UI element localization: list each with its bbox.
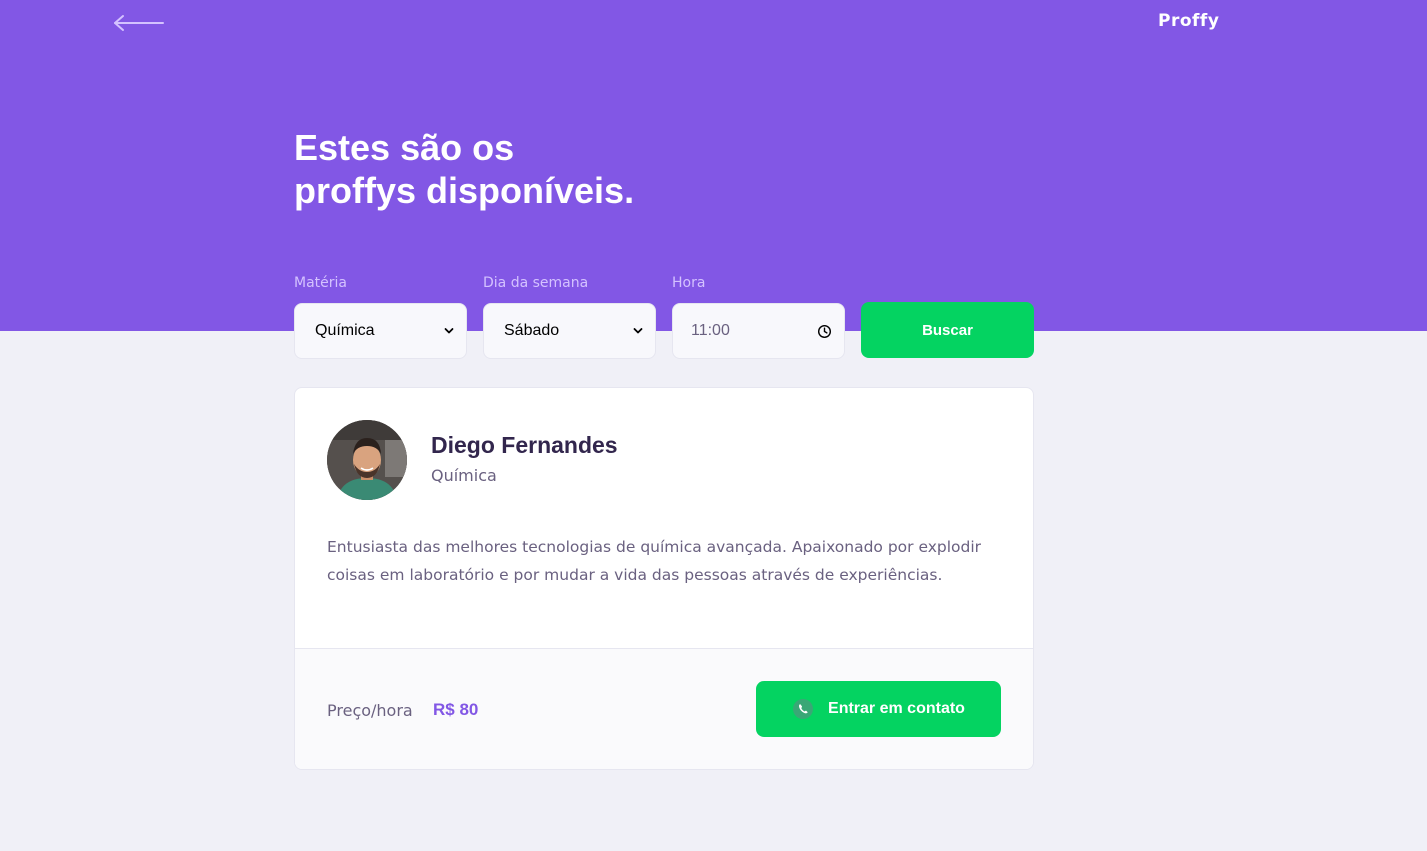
teacher-card: Diego Fernandes Química Entusiasta das m… [294, 387, 1034, 770]
time-label: Hora [672, 275, 706, 291]
price-label: Preço/hora [327, 701, 413, 720]
price-value: R$ 80 [433, 700, 479, 719]
search-button[interactable]: Buscar [861, 302, 1034, 358]
weekday-select[interactable]: Sábado [483, 303, 656, 359]
avatar [327, 420, 407, 500]
weekday-label: Dia da semana [483, 275, 589, 291]
page-title-line1: Estes são os [294, 127, 515, 168]
teacher-name: Diego Fernandes [431, 432, 618, 458]
chevron-down-icon [633, 328, 643, 334]
page-header: Proffy Estes são os proffys disponíveis. [0, 0, 1427, 331]
teacher-subject: Química [431, 466, 497, 485]
chevron-down-icon [444, 328, 454, 334]
avatar-photo [327, 420, 407, 500]
page-title-line2: proffys disponíveis. [294, 170, 635, 211]
subject-select[interactable]: Química [294, 303, 467, 359]
card-footer: Preço/hora R$ 80 Entrar em contato [295, 648, 1033, 769]
time-input-value: 11:00 [691, 322, 730, 339]
whatsapp-icon [793, 699, 814, 719]
weekday-select-value: Sábado [504, 322, 560, 339]
contact-button[interactable]: Entrar em contato [756, 681, 1001, 737]
page-title: Estes são os proffys disponíveis. [294, 126, 794, 212]
logo: Proffy [1158, 11, 1220, 31]
arrow-left-icon[interactable] [112, 12, 166, 34]
clock-icon[interactable] [817, 324, 832, 339]
subject-select-value: Química [315, 322, 375, 339]
contact-button-label: Entrar em contato [828, 700, 965, 717]
time-input[interactable]: 11:00 [672, 303, 845, 359]
teacher-bio: Entusiasta das melhores tecnologias de q… [327, 538, 982, 584]
subject-label: Matéria [294, 275, 347, 291]
